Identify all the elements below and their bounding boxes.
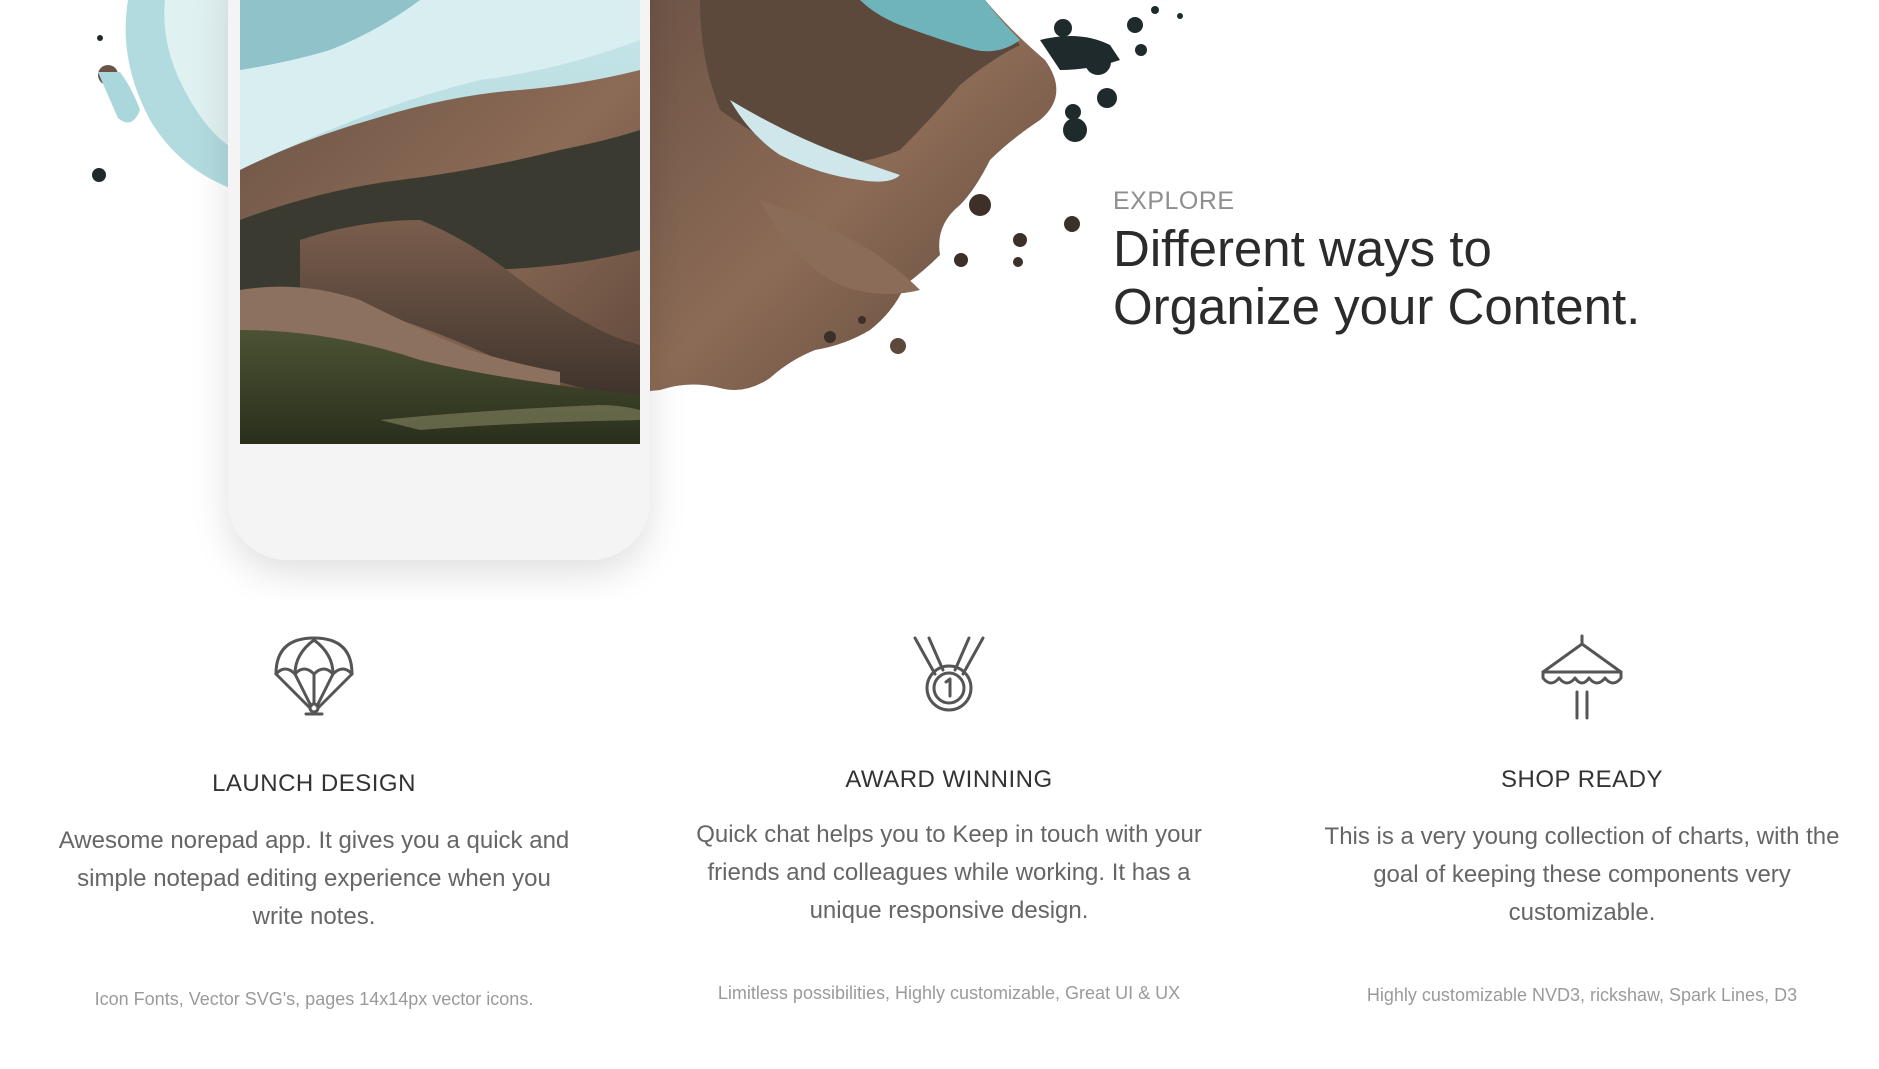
explore-title-line-2: Organize your Content. xyxy=(1113,278,1641,335)
feature-shop-ready: SHOP READY This is a very young collecti… xyxy=(1322,634,1842,1011)
feature-launch-design: LAUNCH DESIGN Awesome norepad app. It gi… xyxy=(54,634,574,1015)
market-stall-icon xyxy=(1541,634,1623,720)
feature-description: Quick chat helps you to Keep in touch wi… xyxy=(696,821,1202,924)
page: EXPLORE Different ways to Organize your … xyxy=(0,0,1879,1069)
feature-description: Awesome norepad app. It gives you a quic… xyxy=(58,827,570,930)
feature-title: SHOP READY xyxy=(1501,766,1663,793)
feature-meta: Icon Fonts, Vector SVG's, pages 14x14px … xyxy=(94,989,534,1009)
feature-title: LAUNCH DESIGN xyxy=(212,770,416,797)
feature-description: This is a very young collection of chart… xyxy=(1324,823,1840,926)
medal-icon xyxy=(913,636,985,712)
hero-illustration xyxy=(0,0,1230,600)
mountain-splash-artwork xyxy=(92,0,1183,560)
parachute-icon xyxy=(274,636,354,716)
explore-section: EXPLORE Different ways to Organize your … xyxy=(1113,186,1813,336)
feature-award-winning: AWARD WINNING Quick chat helps you to Ke… xyxy=(689,634,1209,1009)
explore-title-line-1: Different ways to xyxy=(1113,220,1492,277)
explore-eyebrow: EXPLORE xyxy=(1113,187,1235,215)
explore-title: Different ways to Organize your Content. xyxy=(1113,220,1813,336)
feature-meta: Highly customizable NVD3, rickshaw, Spar… xyxy=(1366,985,1798,1005)
feature-meta: Limitless possibilities, Highly customiz… xyxy=(717,983,1181,1003)
feature-title: AWARD WINNING xyxy=(845,766,1053,793)
